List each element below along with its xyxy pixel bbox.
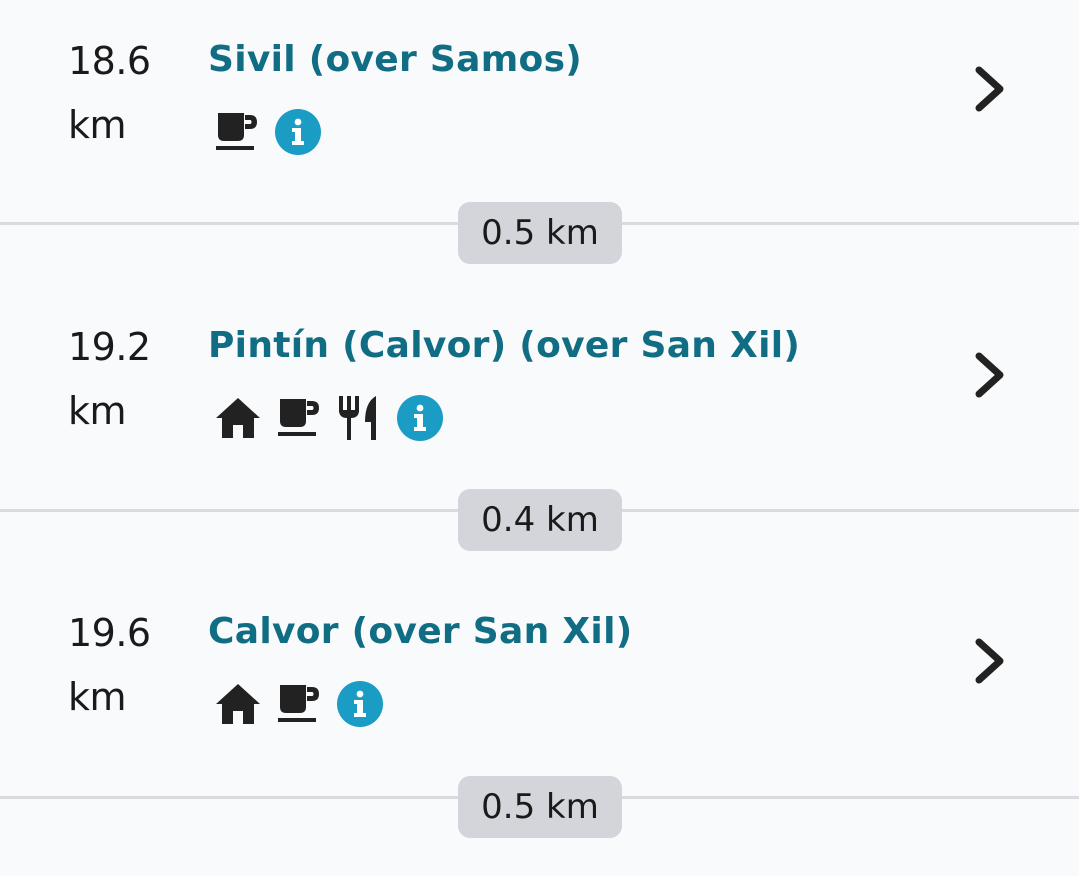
coffee-icon — [216, 113, 257, 150]
stop-distance-value: 19.6 — [68, 611, 151, 655]
coffee-icon — [278, 685, 319, 722]
segment-distance-pill: 0.5 km — [458, 202, 622, 264]
stop-distance-unit: km — [68, 389, 127, 433]
stop-row[interactable]: 19.6 km Calvor (over San Xil) — [0, 594, 1079, 754]
stop-name: Sivil (over Samos) — [208, 39, 583, 80]
info-icon[interactable] — [396, 394, 444, 442]
amenity-icons — [214, 106, 322, 158]
stop-row[interactable]: 18.6 km Sivil (over Samos) — [0, 22, 1079, 182]
stage-list: 18.6 km Sivil (over Samos) 0.5 km 19.2 k… — [0, 0, 1079, 876]
house-icon — [216, 398, 260, 438]
restaurant-icon — [339, 396, 376, 440]
stop-row[interactable]: 19.2 km Pintín (Calvor) (over San Xil) — [0, 308, 1079, 468]
info-icon[interactable] — [336, 680, 384, 728]
chevron-right-icon[interactable] — [966, 634, 1014, 688]
house-icon — [216, 684, 260, 724]
stop-name: Calvor (over San Xil) — [208, 611, 633, 652]
amenity-icons — [214, 678, 384, 730]
coffee-icon — [278, 399, 319, 436]
segment-distance-pill: 0.5 km — [458, 776, 622, 838]
stop-distance-unit: km — [68, 103, 127, 147]
info-icon[interactable] — [274, 108, 322, 156]
segment-distance-pill: 0.4 km — [458, 489, 622, 551]
amenity-icons — [214, 392, 444, 444]
stop-distance-value: 19.2 — [68, 325, 151, 369]
chevron-right-icon[interactable] — [966, 62, 1014, 116]
stop-distance-value: 18.6 — [68, 39, 151, 83]
stop-name: Pintín (Calvor) (over San Xil) — [208, 325, 801, 366]
stop-distance-unit: km — [68, 675, 127, 719]
chevron-right-icon[interactable] — [966, 348, 1014, 402]
